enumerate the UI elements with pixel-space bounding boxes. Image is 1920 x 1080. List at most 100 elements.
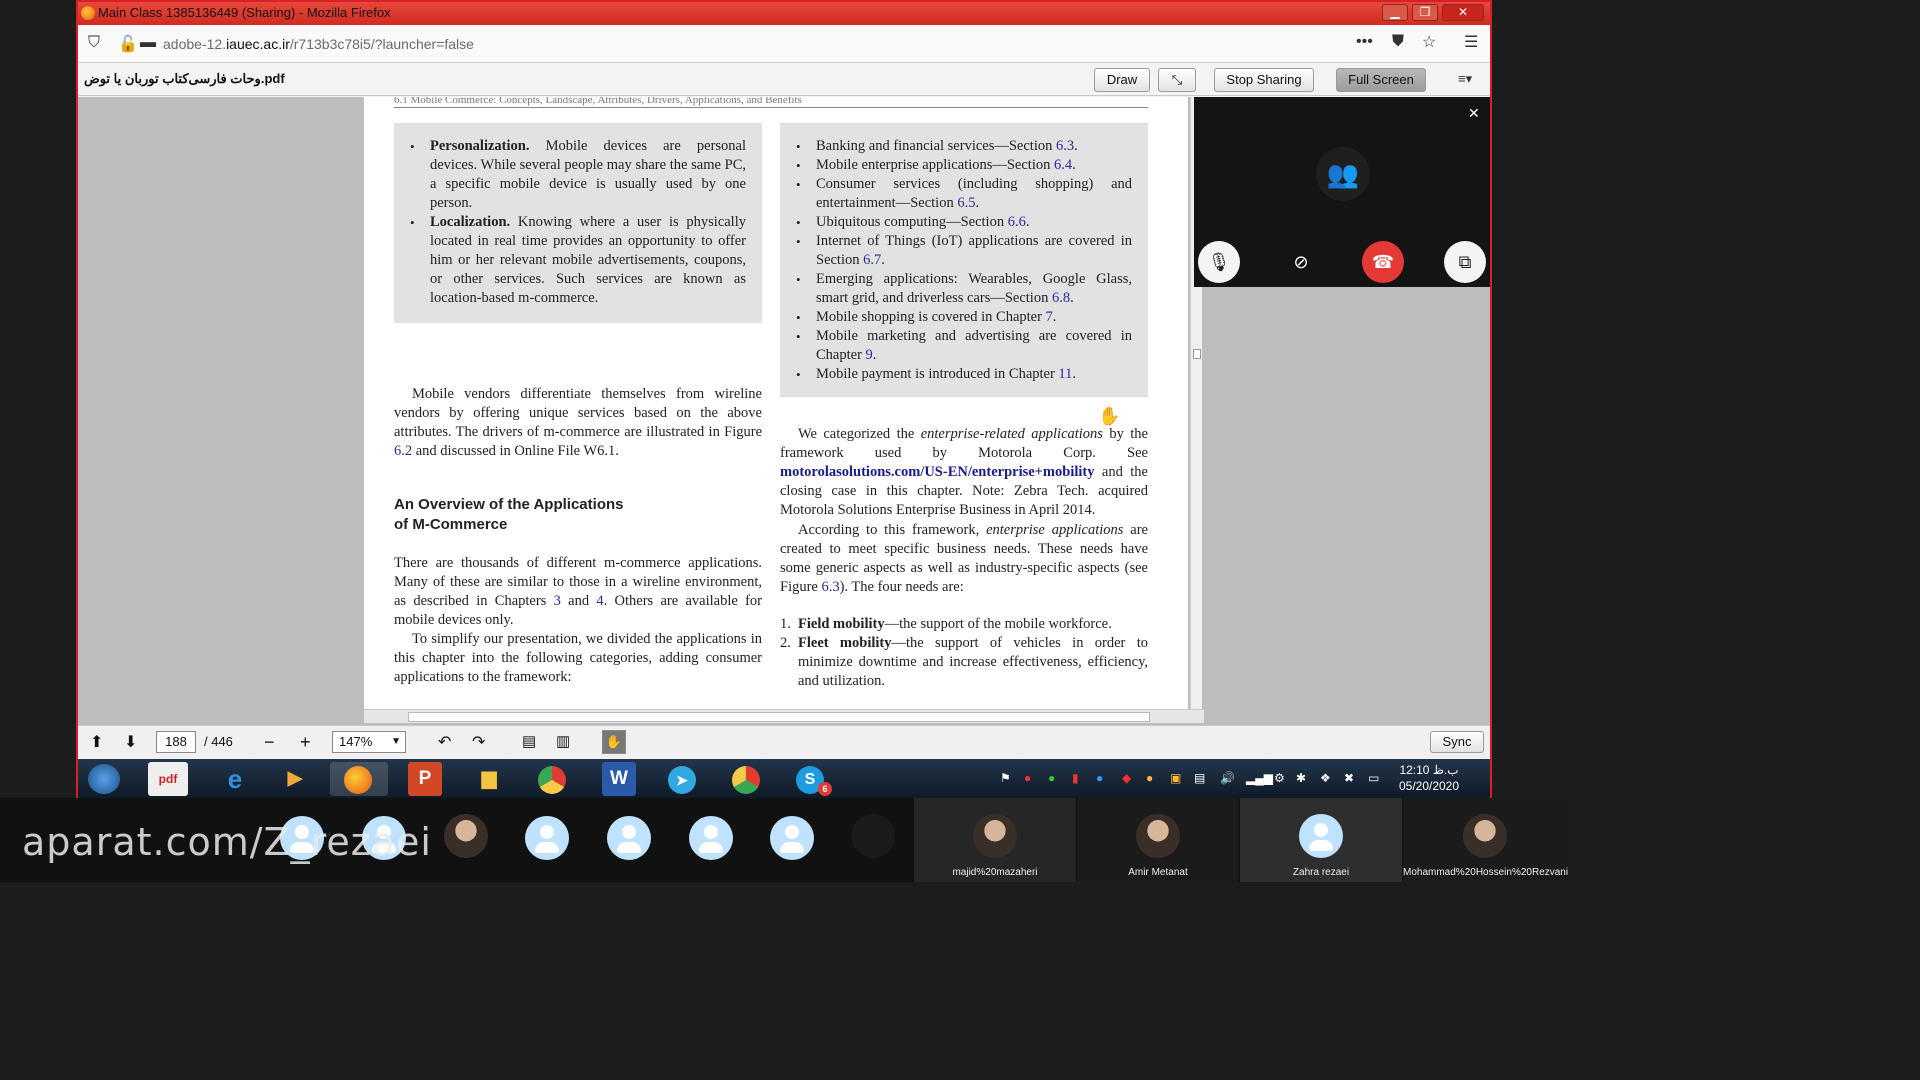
hang-up-icon[interactable]: ☎	[1362, 241, 1404, 283]
tray-icon[interactable]: ▣	[1170, 771, 1181, 785]
single-page-icon[interactable]: ▤	[522, 732, 536, 750]
avatar[interactable]	[770, 816, 814, 860]
first-page-arrow-icon[interactable]: ⬆	[90, 732, 103, 752]
pocket-icon[interactable]: ⛊	[1392, 33, 1404, 51]
network-disconnected-icon[interactable]: ✖	[1344, 771, 1354, 785]
horizontal-scrollbar[interactable]	[364, 709, 1204, 723]
camera-off-icon[interactable]: ⊘	[1280, 241, 1322, 283]
section-link[interactable]: 6.7	[863, 252, 881, 268]
chrome-2-icon[interactable]	[718, 762, 776, 796]
restore-button[interactable]: ❐	[1412, 4, 1438, 21]
tray-icon[interactable]: ●	[1048, 771, 1055, 785]
bookmark-star-icon[interactable]: ☆	[1422, 32, 1436, 52]
skype-icon[interactable]: S6	[782, 762, 840, 796]
img2pdf-app-icon[interactable]: pdf	[148, 762, 188, 796]
url-field[interactable]: adobe-12.iauec.ac.ir/r713b3c78i5/?launch…	[163, 36, 474, 52]
file-explorer-icon[interactable]: ▆	[460, 762, 518, 796]
tray-icon[interactable]: ▤	[1194, 771, 1205, 785]
telegram-icon[interactable]: ➤	[654, 762, 712, 796]
zoom-select[interactable]: 147% ▼	[332, 731, 406, 753]
two-page-icon[interactable]: ▥	[556, 732, 570, 750]
stop-sharing-button[interactable]: Stop Sharing	[1214, 68, 1314, 92]
dropbox-icon[interactable]: ❖	[1320, 771, 1331, 785]
sync-button[interactable]: Sync	[1430, 731, 1484, 753]
section-link[interactable]: 6.8	[1052, 290, 1070, 306]
scrollbar-thumb[interactable]	[408, 712, 1150, 722]
avatar[interactable]	[525, 816, 569, 860]
pdf-page[interactable]: 6.1 Mobile Commerce: Concepts, Landscape…	[364, 97, 1188, 709]
tray-icon[interactable]: ▮	[1072, 771, 1079, 785]
close-icon[interactable]: ✕	[1468, 105, 1480, 122]
pointer-tool-button[interactable]: ⤡	[1158, 68, 1196, 92]
pdf-filename: وحات فارسی‌کتاب توربان یا توض.pdf	[84, 71, 285, 86]
media-player-icon[interactable]: ▶	[266, 762, 324, 796]
section-link[interactable]: 6.4	[1054, 157, 1072, 173]
tray-icon[interactable]: ⚑	[1000, 771, 1011, 785]
tray-icon[interactable]: ●	[1146, 771, 1153, 785]
motorola-link[interactable]: motorolasolutions.com/US-EN/enterprise+m…	[780, 464, 1095, 480]
microphone-icon[interactable]: 🎙	[1198, 241, 1240, 283]
taskbar-clock[interactable]: 12:10 ب.ظ 05/20/2020	[1394, 762, 1464, 794]
volume-icon[interactable]: 🔊	[1220, 771, 1235, 785]
figure-link[interactable]: 6.2	[394, 443, 412, 459]
chrome-icon[interactable]	[524, 762, 582, 796]
options-menu-icon[interactable]: ≡▾	[1458, 71, 1472, 87]
chapter-link[interactable]: 4	[596, 593, 603, 609]
page-number-input[interactable]: 188	[156, 731, 196, 753]
menu-icon[interactable]: ☰	[1464, 32, 1478, 52]
figure-link[interactable]: 6.3	[821, 579, 839, 595]
minimize-button[interactable]: ▁	[1382, 4, 1408, 21]
next-page-arrow-icon[interactable]: ⬇	[124, 732, 137, 752]
avatar	[1299, 814, 1343, 858]
tray-icon[interactable]: ●	[1096, 771, 1103, 785]
list-item: Mobile enterprise applications—Section 6…	[780, 156, 1132, 175]
avatar[interactable]	[851, 814, 895, 858]
section-link[interactable]: 6.5	[957, 195, 975, 211]
action-center-icon[interactable]: ▭	[1368, 771, 1379, 785]
rotate-left-icon[interactable]: ↶	[438, 732, 451, 752]
participant-tile[interactable]: majid%20mazaheri	[914, 798, 1076, 882]
avatar[interactable]	[444, 814, 488, 858]
chapter-link[interactable]: 11	[1058, 366, 1072, 382]
tray-icon[interactable]: ●	[1024, 771, 1031, 785]
needs-list: 1. Field mobility—the support of the mobi…	[780, 615, 1148, 691]
scrollbar-thumb[interactable]	[1193, 349, 1201, 359]
shield-icon[interactable]: ⛉	[88, 34, 100, 52]
network-signal-icon[interactable]: ▂▄▆	[1246, 771, 1273, 785]
chapter-link[interactable]: 7	[1046, 309, 1053, 325]
simplify-paragraph: To simplify our presentation, we divided…	[394, 631, 762, 685]
chapter-link[interactable]: 9	[866, 347, 873, 363]
participant-tile[interactable]: Mohammad%20Hossein%20Rezvani	[1403, 798, 1568, 882]
chevron-down-icon: ▼	[391, 736, 401, 747]
start-button[interactable]	[80, 762, 128, 796]
full-screen-button[interactable]: Full Screen	[1336, 68, 1426, 92]
tray-icon[interactable]: ◆	[1122, 771, 1131, 785]
popout-icon[interactable]: ⧉	[1444, 241, 1486, 283]
section-link[interactable]: 6.6	[1008, 214, 1026, 230]
internet-explorer-icon[interactable]: e	[206, 762, 264, 796]
window-titlebar[interactable]: Main Class 1385136449 (Sharing) - Mozill…	[78, 2, 1490, 25]
close-window-button[interactable]: ✕	[1442, 4, 1484, 21]
hand-tool-icon[interactable]: ✋	[602, 730, 626, 754]
list-item: Ubiquitous computing—Section 6.6.	[780, 213, 1132, 232]
zoom-out-icon[interactable]: −	[264, 732, 275, 753]
powerpoint-icon[interactable]: P	[408, 762, 442, 796]
zoom-in-icon[interactable]: +	[300, 732, 311, 753]
participant-tile[interactable]: Zahra rezaei	[1240, 798, 1402, 882]
avatar[interactable]	[689, 816, 733, 860]
chapter-link[interactable]: 3	[554, 593, 561, 609]
tray-icon[interactable]: ⚙	[1274, 771, 1285, 785]
insecure-lock-icon[interactable]: 🔓	[118, 34, 138, 54]
rotate-right-icon[interactable]: ↷	[472, 732, 485, 752]
bluetooth-icon[interactable]: ✱	[1296, 771, 1306, 785]
draw-button[interactable]: Draw	[1094, 68, 1150, 92]
more-icon[interactable]: •••	[1356, 33, 1373, 51]
section-heading: An Overview of the Applications of M-Com…	[394, 496, 624, 533]
participant-tile[interactable]: Amir Metanat	[1077, 798, 1239, 882]
avatar[interactable]	[607, 816, 651, 860]
section-link[interactable]: 6.3	[1056, 138, 1074, 154]
categorized-paragraph: We categorized the enterprise-related ap…	[780, 426, 1148, 518]
firefox-app-icon[interactable]	[330, 762, 388, 796]
participant-name: Mohammad%20Hossein%20Rezvani	[1403, 867, 1569, 878]
word-icon[interactable]: W	[602, 762, 636, 796]
